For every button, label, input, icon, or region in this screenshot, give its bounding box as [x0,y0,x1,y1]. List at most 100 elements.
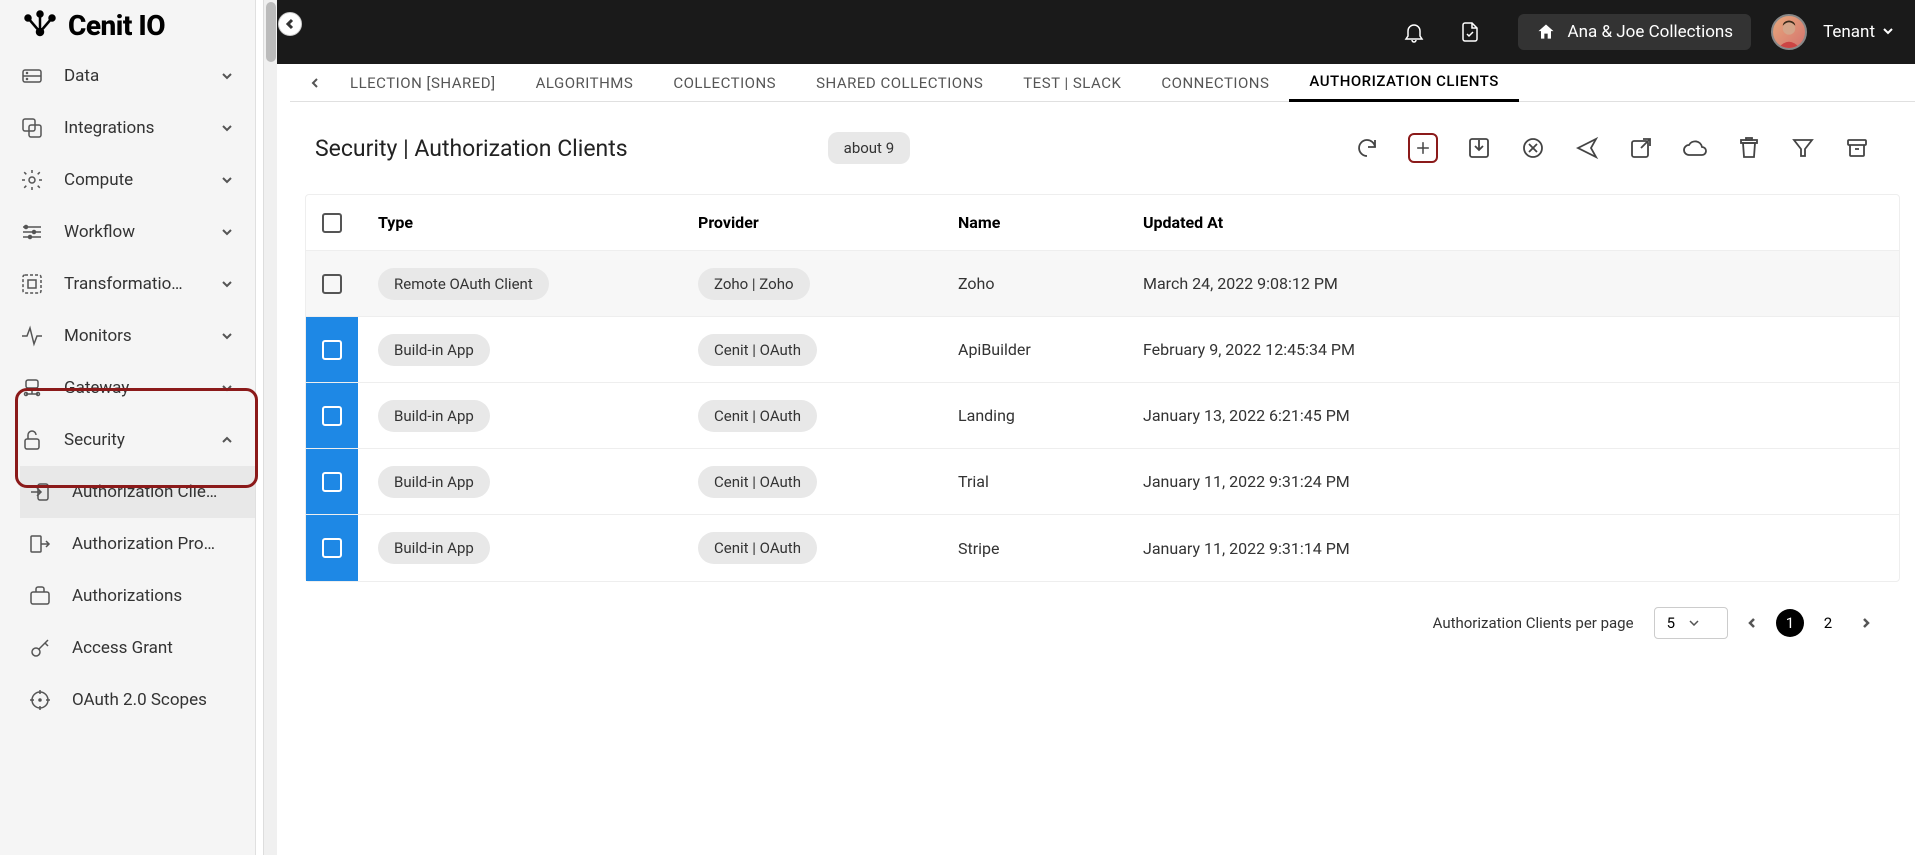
sidebar-item-label: Compute [64,170,219,190]
type-pill[interactable]: Build-in App [378,334,490,366]
page-1[interactable]: 1 [1776,609,1804,637]
updated-cell: January 13, 2022 6:21:45 PM [1143,406,1899,425]
tenant-label: Tenant [1823,22,1875,42]
dropdown-icon [1689,620,1699,626]
tenant-dropdown-icon[interactable] [1881,23,1895,42]
type-pill[interactable]: Build-in App [378,400,490,432]
import-icon[interactable] [1466,135,1492,161]
lock-icon [20,428,44,452]
page-2[interactable]: 2 [1814,609,1842,637]
sidebar-item-label: Data [64,66,219,86]
column-header-updated[interactable]: Updated At [1143,213,1899,232]
row-checkbox[interactable] [306,317,358,382]
name-cell: ApiBuilder [958,340,1143,359]
page-next[interactable] [1852,609,1880,637]
filter-icon[interactable] [1790,135,1816,161]
notifications-icon[interactable] [1394,12,1434,52]
table-row[interactable]: Build-in App Cenit | OAuth ApiBuilder Fe… [306,317,1899,383]
sidebar-item-label: Security [64,430,219,450]
tabs-scroll-left[interactable] [300,68,330,98]
chevron-down-icon [219,328,235,344]
sidebar-item-transformations[interactable]: Transformatio… [0,258,255,310]
provider-pill[interactable]: Cenit | OAuth [698,400,817,432]
tab-shared-collections[interactable]: SHARED COLLECTIONS [796,64,1003,102]
tab-collections[interactable]: COLLECTIONS [653,64,796,102]
sidebar-item-label: Authorizations [72,586,235,606]
sidebar-item-oauth-scopes[interactable]: OAuth 2.0 Scopes [20,674,255,726]
sidebar-item-data[interactable]: Data [0,50,255,102]
cross-icon[interactable] [1520,135,1546,161]
table-row[interactable]: Build-in App Cenit | OAuth Landing Janua… [306,383,1899,449]
sidebar-item-label: Workflow [64,222,219,242]
tenant-selector[interactable]: Ana & Joe Collections [1518,14,1752,50]
exit-icon [28,532,52,556]
tasks-icon[interactable] [1450,12,1490,52]
tab-authorization-clients[interactable]: AUTHORIZATION CLIENTS [1289,64,1518,102]
sidebar-item-access-grant[interactable]: Access Grant [20,622,255,674]
chevron-down-icon [219,224,235,240]
type-pill[interactable]: Build-in App [378,466,490,498]
sidebar-item-workflow[interactable]: Workflow [0,206,255,258]
sidebar-item-label: Authorization Pro… [72,534,235,554]
scrollbar-thumb[interactable] [266,2,276,62]
column-header-provider[interactable]: Provider [698,213,958,232]
name-cell: Zoho [958,274,1143,293]
app-logo[interactable]: Cenit IO [0,0,255,50]
name-cell: Stripe [958,539,1143,558]
column-header-name[interactable]: Name [958,213,1143,232]
share-icon[interactable] [1574,135,1600,161]
refresh-icon[interactable] [1354,135,1380,161]
app-name: Cenit IO [68,9,165,42]
sidebar-scrollbar[interactable] [263,0,277,855]
chevron-down-icon [219,380,235,396]
table-row[interactable]: Build-in App Cenit | OAuth Trial January… [306,449,1899,515]
provider-pill[interactable]: Cenit | OAuth [698,334,817,366]
add-icon[interactable] [1408,133,1438,163]
sidebar-item-integrations[interactable]: Integrations [0,102,255,154]
name-cell: Trial [958,472,1143,491]
main-content: Security | Authorization Clients about 9… [290,102,1915,855]
type-pill[interactable]: Build-in App [378,532,490,564]
row-checkbox[interactable] [306,449,358,514]
briefcase-icon [28,584,52,608]
collapse-sidebar-button[interactable] [278,12,302,36]
per-page-value: 5 [1667,614,1675,632]
column-header-type[interactable]: Type [358,213,698,232]
open-external-icon[interactable] [1628,135,1654,161]
type-pill[interactable]: Remote OAuth Client [378,268,549,300]
tab-llection-shared[interactable]: LLECTION [SHARED] [330,64,516,102]
delete-icon[interactable] [1736,135,1762,161]
page-prev[interactable] [1738,609,1766,637]
select-all-checkbox[interactable] [306,213,358,233]
page-title-row: Security | Authorization Clients about 9 [305,122,1900,184]
table-row[interactable]: Remote OAuth Client Zoho | Zoho Zoho Mar… [306,251,1899,317]
tab-connections[interactable]: CONNECTIONS [1141,64,1289,102]
user-avatar[interactable] [1771,14,1807,50]
provider-pill[interactable]: Zoho | Zoho [698,268,810,300]
sidebar-item-auth-clients[interactable]: Authorization Clie… [20,466,255,518]
sidebar-item-monitors[interactable]: Monitors [0,310,255,362]
updated-cell: February 9, 2022 12:45:34 PM [1143,340,1899,359]
sidebar-item-compute[interactable]: Compute [0,154,255,206]
gear-icon [20,168,44,192]
updated-cell: January 11, 2022 9:31:14 PM [1143,539,1899,558]
target-icon [28,688,52,712]
tab-algorithms[interactable]: ALGORITHMS [516,64,654,102]
sidebar: Cenit IO Data Integrations Compute Workf… [0,0,256,855]
table-row[interactable]: Build-in App Cenit | OAuth Stripe Januar… [306,515,1899,581]
archive-icon[interactable] [1844,135,1870,161]
upload-cloud-icon[interactable] [1682,135,1708,161]
row-checkbox[interactable] [306,274,358,294]
row-checkbox[interactable] [306,515,358,581]
tab-test-slack[interactable]: TEST | SLACK [1003,64,1141,102]
sidebar-item-authorizations[interactable]: Authorizations [20,570,255,622]
sidebar-item-auth-providers[interactable]: Authorization Pro… [20,518,255,570]
per-page-select[interactable]: 5 [1654,607,1728,639]
chevron-down-icon [219,120,235,136]
provider-pill[interactable]: Cenit | OAuth [698,532,817,564]
provider-pill[interactable]: Cenit | OAuth [698,466,817,498]
row-checkbox[interactable] [306,383,358,448]
activity-icon [20,324,44,348]
sidebar-item-gateway[interactable]: Gateway [0,362,255,414]
sidebar-item-security[interactable]: Security [0,414,255,466]
